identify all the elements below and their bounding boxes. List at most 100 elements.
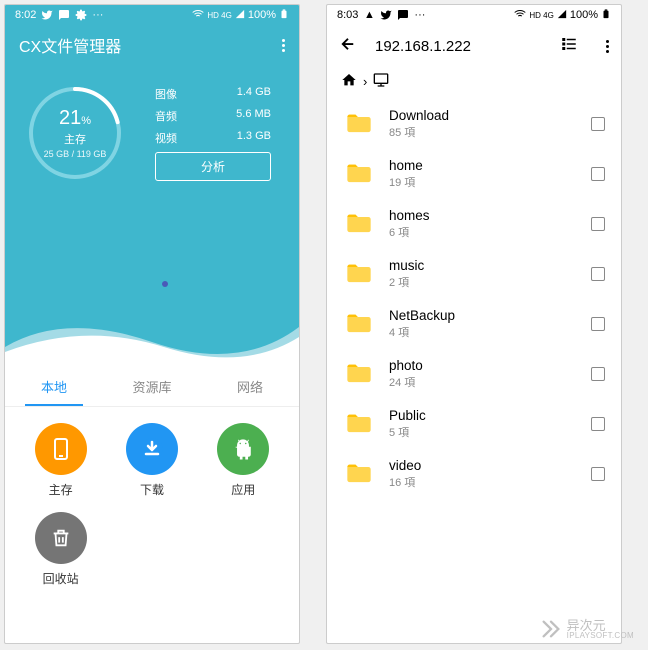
folder-name: NetBackup [389,308,591,323]
battery-label: 100% [248,9,276,21]
folder-name: Public [389,408,591,423]
watermark: 异次元 IPLAYSOFT.COM [540,618,634,640]
checkbox[interactable] [591,417,605,431]
battery-icon [279,8,289,23]
folder-count: 2 項 [389,274,591,290]
status-time: 8:03 [337,9,358,21]
view-list-button[interactable] [560,35,578,58]
back-button[interactable] [339,35,357,58]
stat-row: 音频5.6 MB [155,108,289,124]
folder-row[interactable]: Public 5 項 [339,399,609,449]
folder-icon [343,360,375,388]
folder-row[interactable]: NetBackup 4 項 [339,299,609,349]
grid-item-trash[interactable]: 回收站 [15,512,106,587]
folder-row[interactable]: homes 6 項 [339,199,609,249]
network-label: HD 4G [207,11,231,20]
folder-icon [343,310,375,338]
grid-item-storage[interactable]: 主存 [15,423,106,498]
breadcrumb[interactable]: › [327,68,621,99]
folder-name: photo [389,358,591,373]
category-grid: 主存 下载 应用 回收站 [5,407,299,617]
wifi-icon [514,8,526,23]
chevron-right-icon: › [363,74,367,89]
chat-icon [397,9,409,21]
dashboard-panel: 8:02 ··· HD 4G 100% CX文件管理器 [5,5,299,367]
browser-header: 192.168.1.222 [327,25,621,68]
watermark-logo-icon [540,618,562,640]
android-icon [217,423,269,475]
folder-icon [343,460,375,488]
monitor-icon[interactable] [373,72,389,91]
battery-label: 100% [570,9,598,21]
folder-name: home [389,158,591,173]
tab-library[interactable]: 资源库 [103,367,201,406]
folder-icon [343,260,375,288]
folder-icon [343,210,375,238]
screenshot-left: 8:02 ··· HD 4G 100% CX文件管理器 [4,4,300,644]
checkbox[interactable] [591,217,605,231]
folder-row[interactable]: home 19 項 [339,149,609,199]
status-bar: 8:03 ▲ ··· HD 4G 100% [327,5,621,25]
folder-count: 85 項 [389,124,591,140]
folder-name: homes [389,208,591,223]
phone-icon [35,423,87,475]
analyze-button[interactable]: 分析 [155,152,271,181]
folder-row[interactable]: Download 85 項 [339,99,609,149]
folder-name: Download [389,108,591,123]
storage-ring[interactable]: 21% 主存 25 GB / 119 GB [25,83,125,183]
grid-item-apps[interactable]: 应用 [198,423,289,498]
folder-name: music [389,258,591,273]
trash-icon [35,512,87,564]
twitter-icon [41,9,53,21]
tab-bar: 本地 资源库 网络 [5,367,299,407]
battery-icon [601,8,611,23]
folder-count: 16 項 [389,474,591,490]
status-bar: 8:02 ··· HD 4G 100% [5,5,299,25]
app-title: CX文件管理器 [19,33,121,57]
chat-icon [58,9,70,21]
signal-icon [557,9,567,22]
wifi-icon [192,8,204,23]
folder-count: 19 項 [389,174,591,190]
folder-list: Download 85 項 home 19 項 homes 6 項 music … [327,99,621,499]
menu-button[interactable] [282,39,285,52]
page-indicator [162,281,168,287]
twitter-icon [380,9,392,21]
folder-count: 4 項 [389,324,591,340]
wave-decoration [5,307,299,367]
folder-row[interactable]: video 16 項 [339,449,609,499]
notif-icon: ▲ [363,9,375,21]
grid-item-download[interactable]: 下载 [106,423,197,498]
folder-row[interactable]: photo 24 項 [339,349,609,399]
app-header: CX文件管理器 [5,25,299,65]
storage-detail: 25 GB / 119 GB [44,149,107,159]
checkbox[interactable] [591,317,605,331]
tab-network[interactable]: 网络 [201,367,299,406]
home-icon[interactable] [341,72,357,91]
stat-row: 图像1.4 GB [155,86,289,102]
stat-row: 视频1.3 GB [155,130,289,146]
folder-count: 5 項 [389,424,591,440]
storage-overview: 21% 主存 25 GB / 119 GB 图像1.4 GB 音频5.6 MB … [5,65,299,183]
checkbox[interactable] [591,467,605,481]
folder-count: 24 項 [389,374,591,390]
tab-local[interactable]: 本地 [5,367,103,406]
folder-row[interactable]: music 2 項 [339,249,609,299]
folder-icon [343,110,375,138]
more-icon: ··· [414,9,425,21]
checkbox[interactable] [591,267,605,281]
gear-icon [75,9,87,21]
folder-name: video [389,458,591,473]
folder-count: 6 項 [389,224,591,240]
checkbox[interactable] [591,167,605,181]
screenshot-right: 8:03 ▲ ··· HD 4G 100% 192.168.1.222 › Do… [326,4,622,644]
checkbox[interactable] [591,117,605,131]
download-icon [126,423,178,475]
signal-icon [235,9,245,22]
menu-button[interactable] [606,40,609,53]
address-title: 192.168.1.222 [375,38,542,55]
checkbox[interactable] [591,367,605,381]
more-icon: ··· [92,9,103,21]
folder-icon [343,410,375,438]
network-label: HD 4G [529,11,553,20]
